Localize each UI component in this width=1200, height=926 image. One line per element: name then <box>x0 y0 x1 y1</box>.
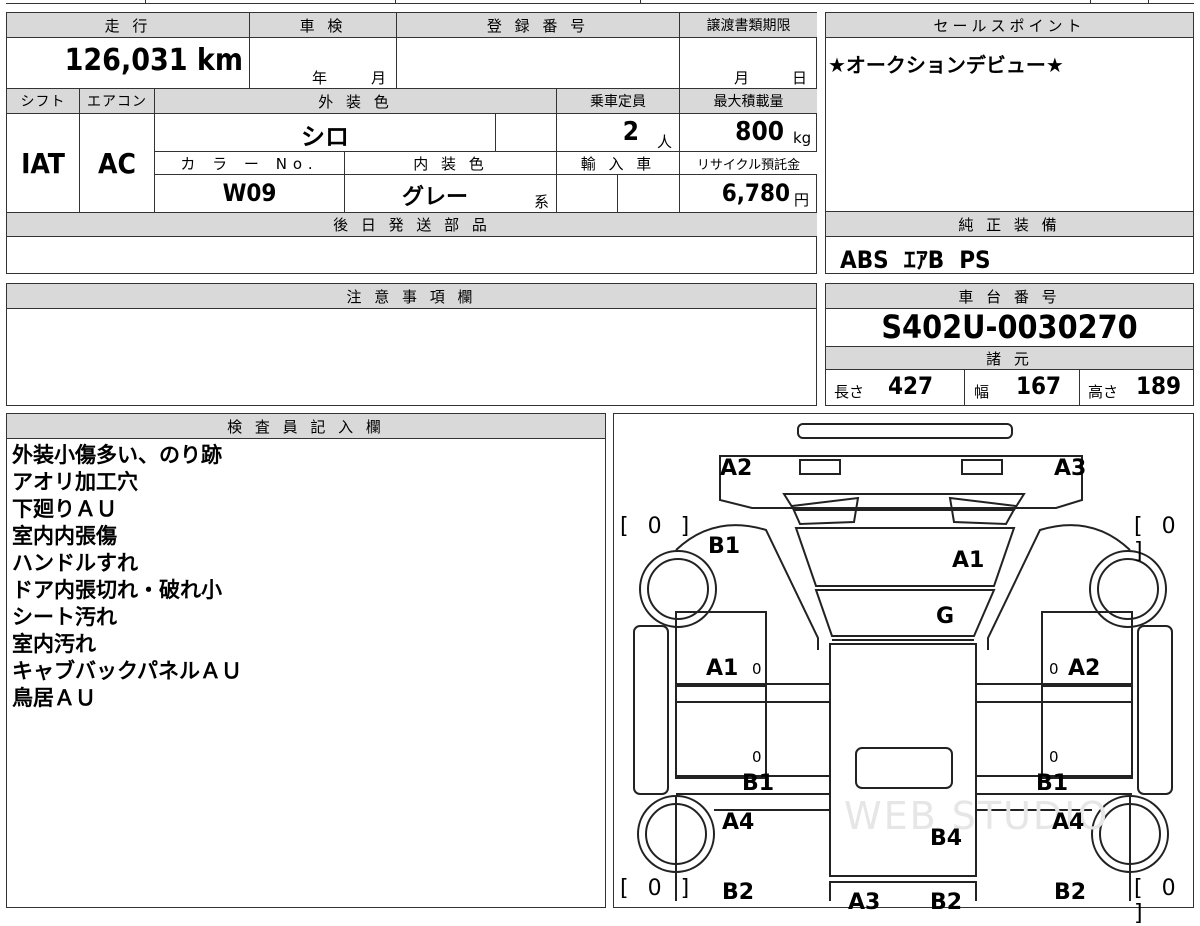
note-line: ドア内張切れ・破れ小 <box>12 578 222 602</box>
shift-label: シフト <box>7 89 79 113</box>
damage-mark-a2-right: A2 <box>1068 656 1101 681</box>
color-no-value: W09 <box>222 179 277 207</box>
inspector-notes: 外装小傷多い、のり跡 アオリ加工穴 下廻りＡＵ 室内内張傷 ハンドルすれ ドア内… <box>12 442 602 712</box>
interior-color-value: グレー <box>401 185 468 210</box>
caution-value <box>11 312 811 397</box>
damage-mark-b4-bed: B4 <box>930 826 963 851</box>
recycle-fee-unit: 円 <box>794 191 810 209</box>
sales-point-value: ★オークションデビュー★ <box>828 53 1064 77</box>
caution-label: 注 意 事 項 欄 <box>7 284 816 308</box>
transfer-deadline-label: 譲渡書類期限 <box>680 13 817 37</box>
inspection-year-unit: 年 <box>312 69 328 87</box>
aircon-label: エアコン <box>80 89 154 113</box>
width-value: 167 <box>1016 372 1062 400</box>
interior-color-label: 内 装 色 <box>345 152 556 174</box>
note-line: アオリ加工穴 <box>12 470 138 494</box>
length-value: 427 <box>888 372 934 400</box>
genuine-equipment-label: 純 正 装 備 <box>826 212 1193 236</box>
color-no-label: カ ラ ー No. <box>155 152 344 174</box>
mileage-value: 126,031 km <box>64 43 243 78</box>
damage-mark-b2-left: B2 <box>722 880 755 905</box>
later-parts-label: 後 日 発 送 部 品 <box>7 213 817 236</box>
chassis-label: 車 台 番 号 <box>826 284 1193 308</box>
damage-mark-a3-top: A3 <box>1054 456 1087 481</box>
tread-rear-right: [ 0 ] <box>1134 876 1182 926</box>
capacity-value: 2 <box>622 117 639 147</box>
vehicle-diagram: WEB STUDIO [ 0 ] [ 0 ] [ 0 ] [ 0 ] 0 0 0… <box>613 413 1194 926</box>
import-label: 輸 入 車 <box>557 152 679 174</box>
genuine-equipment-value: ABS ｴｱB PS <box>840 246 991 274</box>
chassis-value: S402U-0030270 <box>881 308 1138 346</box>
damage-mark-g-glass: G <box>936 604 955 629</box>
mileage-label: 走 行 <box>7 13 249 37</box>
damage-mark-b2-right: B2 <box>1054 880 1087 905</box>
height-label: 高さ <box>1088 383 1119 401</box>
damage-mark-b1-front: B1 <box>708 534 741 559</box>
damage-mark-a1-left: A1 <box>706 656 739 681</box>
zero-mark: 0 <box>752 748 762 766</box>
inspection-month-unit: 月 <box>371 69 387 87</box>
damage-mark-a2-top: A2 <box>720 456 753 481</box>
registration-label: 登 録 番 号 <box>397 13 679 37</box>
import-value <box>557 177 617 207</box>
exterior-color-label: 外 装 色 <box>155 89 556 113</box>
note-line: 下廻りＡＵ <box>12 497 117 521</box>
note-line: シート汚れ <box>12 605 117 629</box>
note-line: 鳥居ＡＵ <box>12 686 96 710</box>
recycle-fee-value: 6,780 <box>721 179 790 207</box>
damage-mark-a1-windshield: A1 <box>952 548 985 573</box>
note-line: 外装小傷多い、のり跡 <box>12 443 222 467</box>
aircon-value: AC <box>98 147 136 180</box>
registration-value <box>399 43 675 83</box>
damage-mark-a4-left: A4 <box>722 810 755 835</box>
later-parts-value <box>11 239 811 269</box>
zero-mark: 0 <box>1049 660 1059 678</box>
length-label: 長さ <box>834 383 865 401</box>
tread-rear-left: [ 0 ] <box>620 876 696 901</box>
max-load-label: 最大積載量 <box>680 89 817 113</box>
inspector-panel: 検 査 員 記 入 欄 外装小傷多い、のり跡 アオリ加工穴 下廻りＡＵ 室内内張… <box>6 413 606 908</box>
tread-front-left: [ 0 ] <box>620 514 696 539</box>
note-line: 室内汚れ <box>12 632 96 656</box>
chassis-panel: 車 台 番 号 S402U-0030270 諸 元 長さ 427 幅 167 高… <box>825 283 1194 406</box>
transfer-day-unit: 日 <box>792 69 808 87</box>
height-value: 189 <box>1136 372 1182 400</box>
sales-point-label: セールスポイント <box>826 13 1193 37</box>
max-load-value: 800 <box>735 117 784 147</box>
capacity-label: 乗車定員 <box>557 89 679 113</box>
tread-front-right: [ 0 ] <box>1134 514 1182 564</box>
note-line: キャブバックパネルＡＵ <box>12 659 242 683</box>
shift-value: IAT <box>21 147 65 180</box>
damage-mark-b1-right: B1 <box>1036 771 1069 796</box>
recycle-fee-label: リサイクル預託金 <box>680 152 817 174</box>
capacity-unit: 人 <box>657 133 673 151</box>
damage-mark-b2-bottom: B2 <box>930 890 963 915</box>
zero-mark: 0 <box>1049 748 1059 766</box>
caution-panel: 注 意 事 項 欄 <box>6 283 817 406</box>
genuine-equipment-panel: 純 正 装 備 ABS ｴｱB PS <box>825 211 1194 274</box>
note-line: ハンドルすれ <box>12 551 138 575</box>
transfer-month-unit: 月 <box>734 69 750 87</box>
damage-mark-b1-left: B1 <box>742 771 775 796</box>
damage-mark-a3-bottom: A3 <box>848 890 881 915</box>
dimensions-label: 諸 元 <box>826 347 1193 369</box>
spec-table: 走 行 車 検 登 録 番 号 譲渡書類期限 126,031 km 年 月 月 … <box>6 12 817 274</box>
width-label: 幅 <box>974 383 990 401</box>
inspector-label: 検 査 員 記 入 欄 <box>7 414 605 438</box>
sales-point-panel: セールスポイント ★オークションデビュー★ <box>825 12 1194 212</box>
top-strip <box>0 0 1200 6</box>
interior-color-suffix: 系 <box>534 193 550 211</box>
exterior-color-value: シロ <box>301 123 349 151</box>
note-line: 室内内張傷 <box>12 524 117 548</box>
zero-mark: 0 <box>752 660 762 678</box>
max-load-unit: kg <box>793 129 812 147</box>
inspection-label: 車 検 <box>250 13 396 37</box>
damage-mark-a4-right: A4 <box>1052 810 1085 835</box>
